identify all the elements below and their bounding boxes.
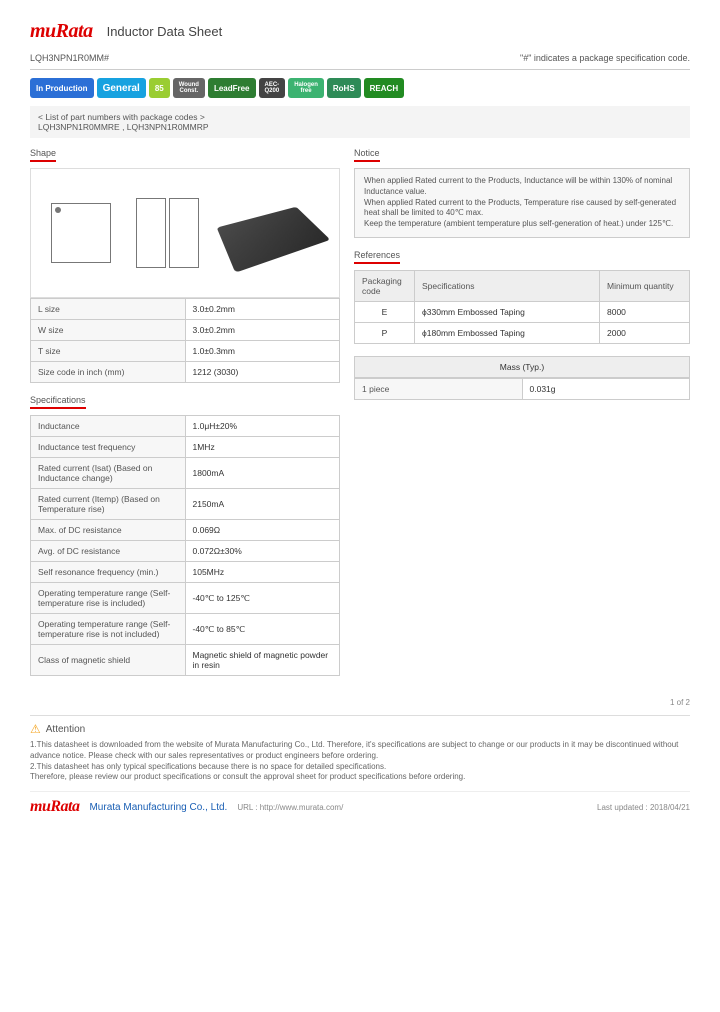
part-number: LQH3NPN1R0MM#	[30, 53, 109, 63]
bottom-diagram	[136, 198, 199, 268]
table-header-row: Packaging code Specifications Minimum qu…	[355, 270, 690, 301]
notice-line: When applied Rated current to the Produc…	[364, 176, 680, 198]
part-list-head: < List of part numbers with package code…	[38, 112, 682, 122]
badge-halogen: Halogen free	[288, 78, 324, 98]
attention-line: Therefore, please review our product spe…	[30, 772, 690, 783]
notice-box: When applied Rated current to the Produc…	[354, 168, 690, 238]
table-row: Max. of DC resistance0.069Ω	[31, 520, 340, 541]
table-row: E ϕ330mm Embossed Taping 8000	[355, 301, 690, 322]
footer-bar: muRata Murata Manufacturing Co., Ltd. UR…	[30, 791, 690, 816]
company-url: URL : http://www.murata.com/	[237, 803, 343, 812]
part-row: LQH3NPN1R0MM# "#" indicates a package sp…	[30, 53, 690, 63]
badge-aecq200: AEC- Q200	[259, 78, 286, 98]
table-row: Avg. of DC resistance0.072Ω±30%	[31, 541, 340, 562]
dimensions-table: L size3.0±0.2mm W size3.0±0.2mm T size1.…	[30, 298, 340, 383]
divider	[30, 69, 690, 70]
top-diagram	[51, 203, 111, 263]
mass-pane: Mass (Typ.) 1 piece 0.031g	[354, 356, 690, 400]
attention-head: ⚠ Attention	[30, 722, 690, 736]
part-list-box: < List of part numbers with package code…	[30, 106, 690, 138]
header: muRata Inductor Data Sheet	[30, 20, 690, 43]
attention-title: Attention	[46, 724, 85, 735]
table-row: Inductance1.0μH±20%	[31, 416, 340, 437]
doc-title: Inductor Data Sheet	[107, 24, 223, 39]
attention-line: 2.This datasheet has only typical specif…	[30, 762, 690, 773]
section-title-specs: Specifications	[30, 395, 86, 409]
refs-table: Packaging code Specifications Minimum qu…	[354, 270, 690, 344]
last-updated: Last updated : 2018/04/21	[597, 803, 690, 812]
specs-pane: Specifications Inductance1.0μH±20% Induc…	[30, 395, 340, 676]
table-row: Inductance test frequency1MHz	[31, 437, 340, 458]
attention-line: 1.This datasheet is downloaded from the …	[30, 740, 690, 762]
badge-rohs: RoHS	[327, 78, 361, 98]
table-row: Operating temperature range (Self-temper…	[31, 614, 340, 645]
warning-icon: ⚠	[30, 722, 41, 736]
notice-pane: Notice When applied Rated current to the…	[354, 148, 690, 238]
attention-body: 1.This datasheet is downloaded from the …	[30, 740, 690, 783]
table-row: Rated current (Isat) (Based on Inductanc…	[31, 458, 340, 489]
mass-table: 1 piece 0.031g	[354, 378, 690, 400]
table-row: T size1.0±0.3mm	[31, 341, 340, 362]
badge-wound: Wound Const.	[173, 78, 205, 98]
shape-pane: Shape L size3.0±0.2mm W size3.0±0.2mm T …	[30, 148, 340, 383]
table-row: Size code in inch (mm)1212 (3030)	[31, 362, 340, 383]
section-title-notice: Notice	[354, 148, 380, 162]
badge-reach: REACH	[364, 78, 404, 98]
badge-row: In Production General 85 Wound Const. Le…	[30, 78, 690, 98]
table-row: Self resonance frequency (min.)105MHz	[31, 562, 340, 583]
table-row: Operating temperature range (Self-temper…	[31, 583, 340, 614]
company-name: Murata Manufacturing Co., Ltd.	[89, 802, 227, 813]
iso-render	[216, 206, 330, 272]
table-row: Rated current (Itemp) (Based on Temperat…	[31, 489, 340, 520]
footer-logo: muRata	[30, 798, 79, 816]
logo: muRata	[30, 20, 93, 43]
notice-line: Keep the temperature (ambient temperatur…	[364, 219, 680, 230]
badge-production: In Production	[30, 78, 94, 98]
shape-diagram	[30, 168, 340, 298]
table-row: Class of magnetic shieldMagnetic shield …	[31, 645, 340, 676]
table-row: L size3.0±0.2mm	[31, 299, 340, 320]
table-row: 1 piece 0.031g	[355, 378, 690, 399]
mass-title: Mass (Typ.)	[354, 356, 690, 378]
table-row: P ϕ180mm Embossed Taping 2000	[355, 322, 690, 343]
section-title-refs: References	[354, 250, 400, 264]
badge-temp85: 85	[149, 78, 170, 98]
specs-table: Inductance1.0μH±20% Inductance test freq…	[30, 415, 340, 676]
package-note: "#" indicates a package specification co…	[520, 53, 690, 63]
badge-leadfree: LeadFree	[208, 78, 256, 98]
table-row: W size3.0±0.2mm	[31, 320, 340, 341]
section-title-shape: Shape	[30, 148, 56, 162]
part-list-body: LQH3NPN1R0MMRE , LQH3NPN1R0MMRP	[38, 122, 682, 132]
footer-divider	[30, 715, 690, 716]
notice-line: When applied Rated current to the Produc…	[364, 198, 680, 220]
refs-pane: References Packaging code Specifications…	[354, 250, 690, 344]
badge-general: General	[97, 78, 146, 98]
page-number: 1 of 2	[30, 698, 690, 707]
